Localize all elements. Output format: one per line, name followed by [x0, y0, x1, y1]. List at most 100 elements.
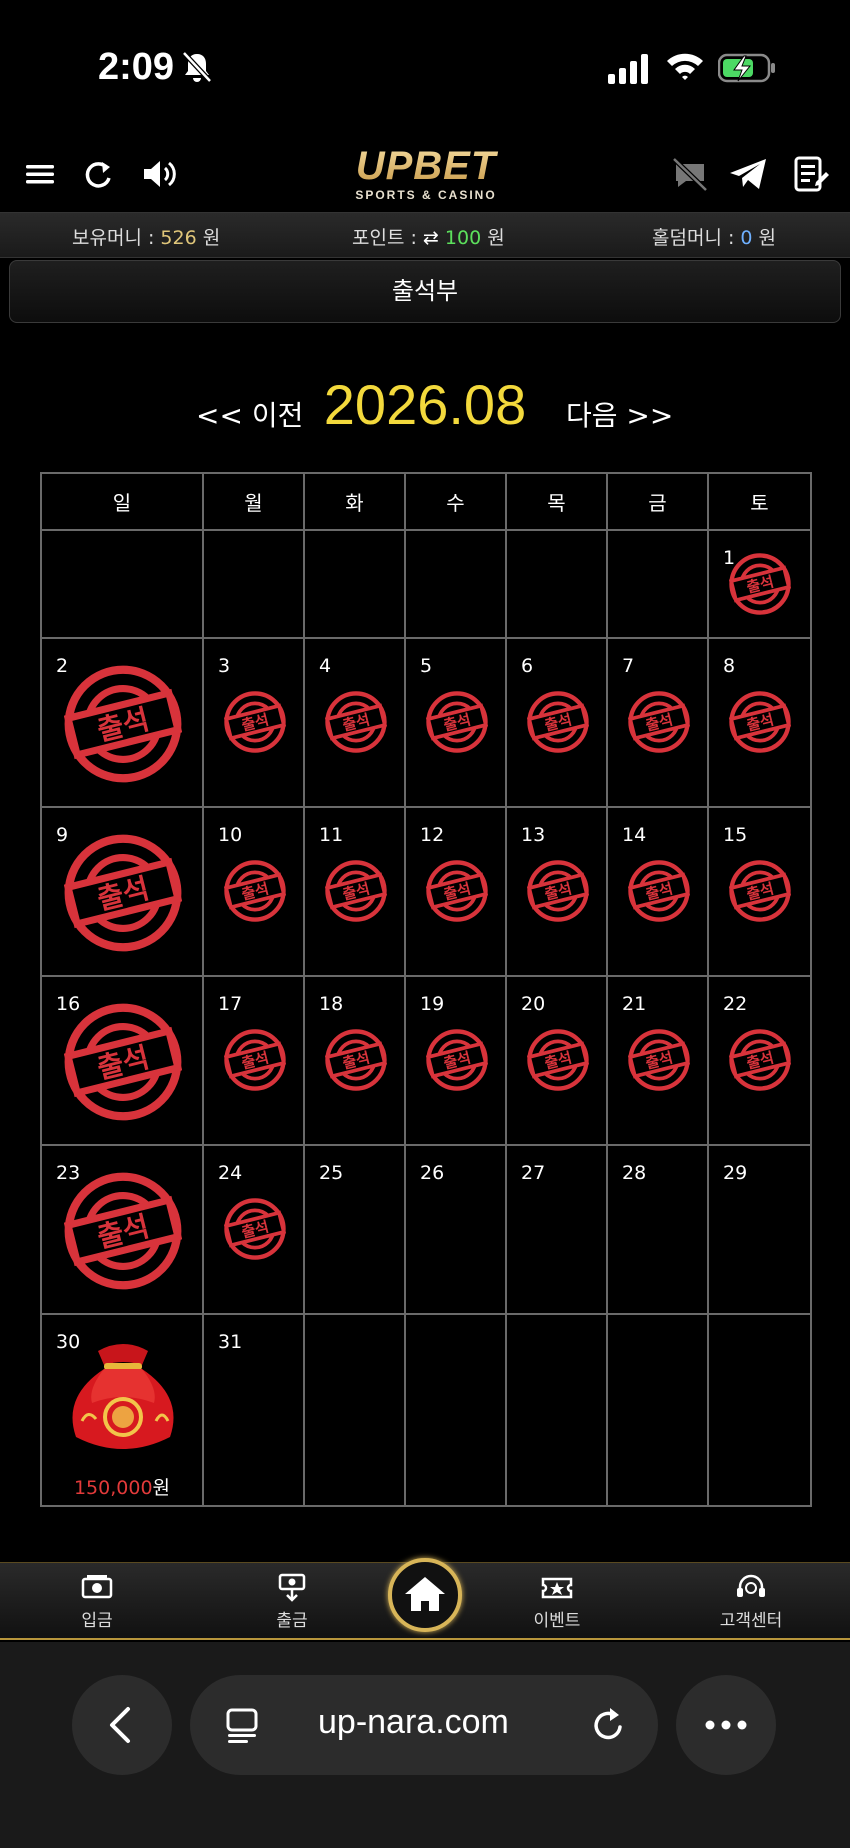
chevron-left-icon [110, 1707, 130, 1743]
calendar-week-row: 2 출석 3 출석 4 출석 5 출석 6 출석 7 출석 8 출석 [40, 637, 812, 808]
nav-deposit[interactable]: 입금 [42, 1573, 152, 1631]
calendar-empty-cell [303, 1313, 406, 1507]
sound-icon[interactable] [138, 152, 182, 196]
wifi-icon [667, 53, 703, 80]
day-number: 17 [218, 993, 243, 1015]
calendar-day-cell: 12 출석 [404, 806, 507, 977]
day-number: 13 [521, 824, 546, 846]
attendance-calendar: 일 월 화 수 목 금 토 1 출석 2 출석 3 출석 4 출석 5 출석 6 출석 7 출석 8 출석 9 출… [40, 472, 812, 1507]
day-number: 20 [521, 993, 546, 1015]
calendar-day-cell: 6 출석 [505, 637, 608, 808]
calendar-day-cell: 31 [202, 1313, 305, 1507]
day-number: 4 [319, 655, 332, 677]
calendar-day-cell: 3 출석 [202, 637, 305, 808]
day-number: 31 [218, 1331, 243, 1353]
calendar-week-row: 30 150,000원 31 [40, 1313, 812, 1507]
nav-withdraw-label: 출금 [276, 1611, 308, 1631]
calendar-empty-cell [404, 1313, 507, 1507]
month-navigation: << 이전 2026.08 다음 >> [0, 372, 850, 452]
weekday-label: 토 [707, 472, 812, 531]
next-month-button[interactable]: 다음 >> [566, 394, 673, 434]
notes-icon[interactable] [788, 152, 832, 196]
attendance-stamp-icon: 출석 [64, 1003, 182, 1121]
weekday-label: 목 [505, 472, 608, 531]
day-number: 24 [218, 1162, 243, 1184]
calendar-day-cell: 18 출석 [303, 975, 406, 1146]
attendance-stamp-icon: 출석 [325, 860, 387, 922]
hamburger-menu-icon[interactable] [18, 152, 62, 196]
calendar-day-cell: 22 출석 [707, 975, 812, 1146]
day-number: 12 [420, 824, 445, 846]
calendar-day-cell: 28 [606, 1144, 709, 1315]
home-icon [405, 1577, 445, 1611]
calendar-day-cell: 29 [707, 1144, 812, 1315]
calendar-day-cell: 13 출석 [505, 806, 608, 977]
weekday-label: 화 [303, 472, 406, 531]
attendance-stamp-icon: 출석 [224, 1198, 286, 1260]
calendar-day-cell: 16 출석 [40, 975, 204, 1146]
attendance-stamp-icon: 출석 [527, 1029, 589, 1091]
battery-charging-icon [718, 53, 775, 83]
calendar-empty-cell [404, 529, 507, 639]
logo-sub-text: SPORTS & CASINO [355, 188, 497, 202]
logo-main-text: UPBET [336, 144, 516, 188]
headset-icon [737, 1574, 765, 1597]
page-title: 출석부 [9, 260, 841, 323]
home-button[interactable] [388, 1558, 462, 1632]
calendar-week-row: 1 출석 [40, 529, 812, 639]
bell-muted-icon [182, 51, 212, 83]
app-header: UPBET SPORTS & CASINO [0, 140, 850, 212]
calendar-empty-cell [202, 529, 305, 639]
telegram-icon[interactable] [726, 152, 770, 196]
attendance-stamp-icon: 출석 [527, 860, 589, 922]
withdraw-icon [278, 1573, 306, 1602]
nav-event-label: 이벤트 [533, 1611, 581, 1631]
calendar-empty-cell [303, 529, 406, 639]
refresh-icon[interactable] [76, 152, 120, 196]
day-number: 14 [622, 824, 647, 846]
brand-logo[interactable]: UPBET SPORTS & CASINO [336, 144, 516, 202]
calendar-day-cell: 7 출석 [606, 637, 709, 808]
attendance-stamp-icon: 출석 [426, 691, 488, 753]
browser-url-bar[interactable]: up-nara.com [190, 1675, 658, 1775]
weekday-label: 월 [202, 472, 305, 531]
calendar-day-cell: 19 출석 [404, 975, 507, 1146]
day-number: 7 [622, 655, 635, 677]
attendance-stamp-icon: 출석 [224, 860, 286, 922]
calendar-empty-cell [606, 1313, 709, 1507]
attendance-stamp-icon: 출석 [64, 834, 182, 952]
reward-bag-icon [72, 1344, 174, 1449]
calendar-day-cell: 30 150,000원 [40, 1313, 204, 1507]
deposit-icon [81, 1575, 113, 1599]
attendance-stamp-icon: 출석 [729, 860, 791, 922]
browser-more-button[interactable] [676, 1675, 776, 1775]
cellular-signal-icon [608, 54, 648, 84]
nav-event[interactable]: 이벤트 [502, 1573, 612, 1631]
point-convert-icon[interactable]: ⇄ [423, 227, 445, 249]
attendance-stamp-icon: 출석 [729, 691, 791, 753]
chat-off-icon[interactable] [668, 152, 712, 196]
nav-withdraw[interactable]: 출금 [237, 1573, 347, 1631]
calendar-day-cell: 9 출석 [40, 806, 204, 977]
calendar-day-cell: 4 출석 [303, 637, 406, 808]
current-month: 2026.08 [323, 373, 527, 436]
reader-tabs-icon[interactable] [224, 1707, 260, 1745]
day-number: 22 [723, 993, 748, 1015]
browser-back-button[interactable] [72, 1675, 172, 1775]
calendar-day-cell: 2 출석 [40, 637, 204, 808]
calendar-empty-cell [505, 529, 608, 639]
calendar-week-row: 23 출석 24 출석 25 26 27 28 29 [40, 1144, 812, 1315]
attendance-stamp-icon: 출석 [224, 1029, 286, 1091]
calendar-day-cell: 23 출석 [40, 1144, 204, 1315]
prev-month-button[interactable]: << 이전 [196, 394, 303, 434]
weekday-label: 수 [404, 472, 507, 531]
weekday-label: 일 [40, 472, 204, 531]
calendar-day-cell: 26 [404, 1144, 507, 1315]
nav-support[interactable]: 고객센터 [696, 1573, 806, 1631]
calendar-empty-cell [40, 529, 204, 639]
attendance-stamp-icon: 출석 [64, 1172, 182, 1290]
reload-icon[interactable] [590, 1705, 628, 1745]
attendance-stamp-icon: 출석 [729, 1029, 791, 1091]
calendar-day-cell: 25 [303, 1144, 406, 1315]
day-number: 21 [622, 993, 647, 1015]
